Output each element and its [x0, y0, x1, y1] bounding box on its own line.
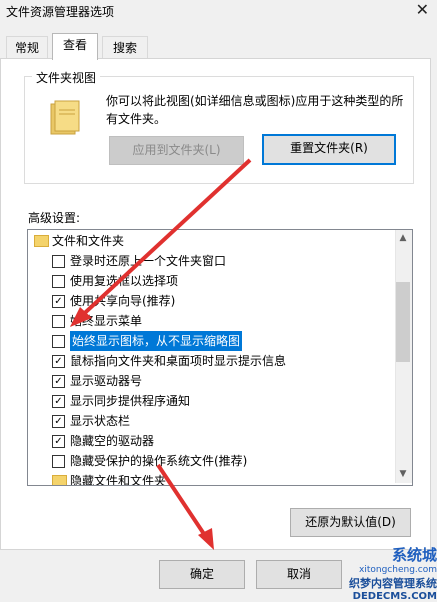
watermark: 系统城 xitongcheng.com 织梦内容管理系统 DEDECMS.COM: [296, 544, 437, 602]
arrow-to-item: [73, 158, 252, 324]
tab-view[interactable]: 查看: [52, 33, 98, 60]
watermark-line1: 系统城: [391, 546, 437, 564]
watermark-line2: xitongcheng.com: [359, 565, 437, 575]
arrow-to-ok: [156, 463, 210, 542]
watermark-line3: 织梦内容管理系统: [349, 577, 437, 590]
annotation-arrows: [70, 158, 252, 550]
watermark-line4: DEDECMS.COM: [352, 591, 437, 602]
